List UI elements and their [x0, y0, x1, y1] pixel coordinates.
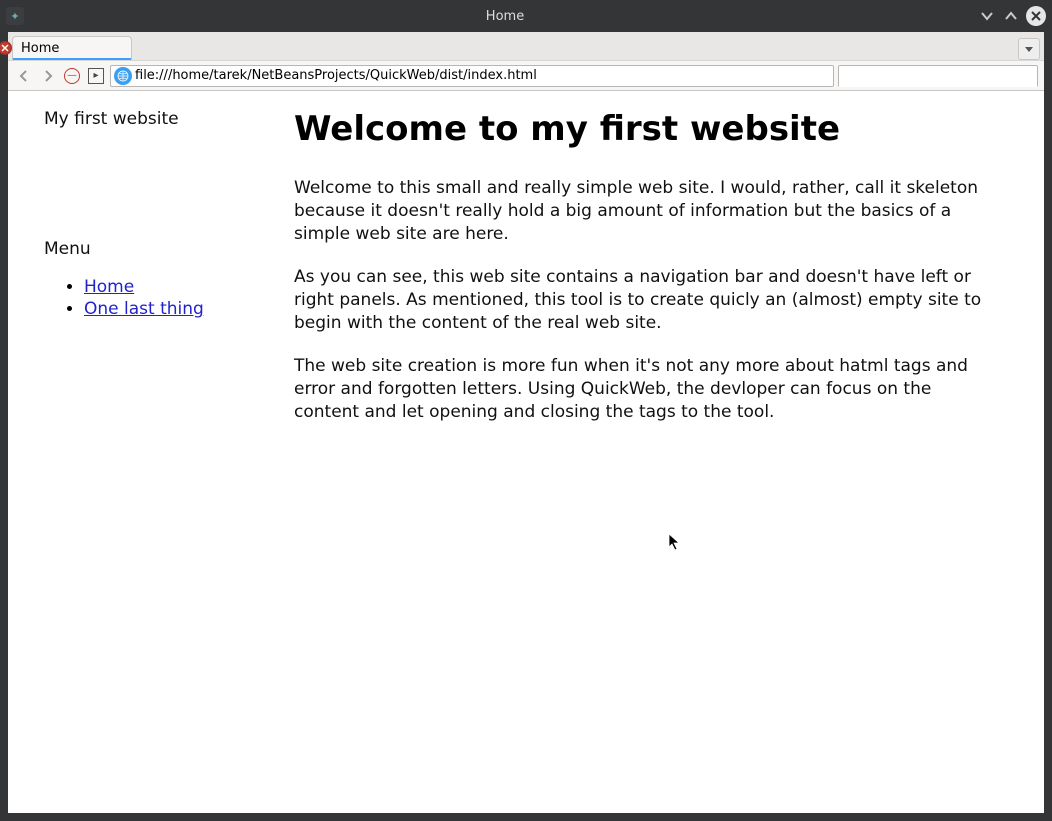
window-title: Home — [32, 9, 978, 24]
chevron-left-icon — [18, 70, 30, 82]
paragraph: The web site creation is more fun when i… — [294, 355, 994, 424]
stop-button[interactable]: — — [62, 66, 82, 86]
back-button[interactable] — [14, 66, 34, 86]
globe-icon-svg — [117, 70, 129, 82]
globe-icon — [114, 67, 132, 85]
forward-button[interactable] — [38, 66, 58, 86]
paragraph: Welcome to this small and really simple … — [294, 177, 994, 246]
list-item: Home — [84, 277, 254, 297]
nav-toolbar: — ▸ — [8, 60, 1044, 90]
menu-link-one-last-thing[interactable]: One last thing — [84, 299, 204, 319]
tab-bar: Home — [8, 32, 1044, 60]
chevron-down-icon — [980, 9, 994, 23]
tab-home[interactable]: Home — [12, 36, 132, 60]
main-content: Welcome to my first website Welcome to t… — [294, 109, 994, 803]
site-title: My first website — [44, 109, 254, 129]
stop-icon: — — [64, 68, 80, 84]
chevron-up-icon — [1004, 9, 1018, 23]
close-icon — [1, 44, 9, 52]
chevron-right-icon — [42, 70, 54, 82]
minimize-button[interactable] — [978, 7, 996, 25]
list-item: One last thing — [84, 299, 254, 319]
menu-link-home[interactable]: Home — [84, 277, 134, 297]
triangle-down-icon — [1024, 44, 1034, 54]
search-bar[interactable] — [838, 65, 1038, 87]
app-icon: ✦ — [6, 7, 24, 25]
tab-label: Home — [21, 41, 59, 56]
titlebar[interactable]: ✦ Home — [0, 0, 1052, 32]
tab-close-button[interactable] — [0, 41, 12, 55]
menu-list: Home One last thing — [44, 277, 254, 319]
window-frame: ✦ Home Home — [0, 0, 1052, 821]
close-icon — [1030, 10, 1042, 22]
play-icon: ▸ — [88, 68, 104, 84]
url-input[interactable] — [135, 66, 833, 86]
maximize-button[interactable] — [1002, 7, 1020, 25]
page-heading: Welcome to my first website — [294, 109, 994, 149]
menu-heading: Menu — [44, 239, 254, 259]
close-button[interactable] — [1026, 6, 1046, 26]
paragraph: As you can see, this web site contains a… — [294, 266, 994, 335]
url-bar[interactable] — [110, 65, 834, 87]
tab-options-button[interactable] — [1018, 38, 1040, 60]
search-input[interactable] — [839, 67, 1037, 87]
go-button[interactable]: ▸ — [86, 66, 106, 86]
page-viewport: My first website Menu Home One last thin… — [8, 91, 1044, 813]
sidebar: My first website Menu Home One last thin… — [44, 109, 254, 803]
browser-chrome: Home — ▸ — [8, 32, 1044, 91]
